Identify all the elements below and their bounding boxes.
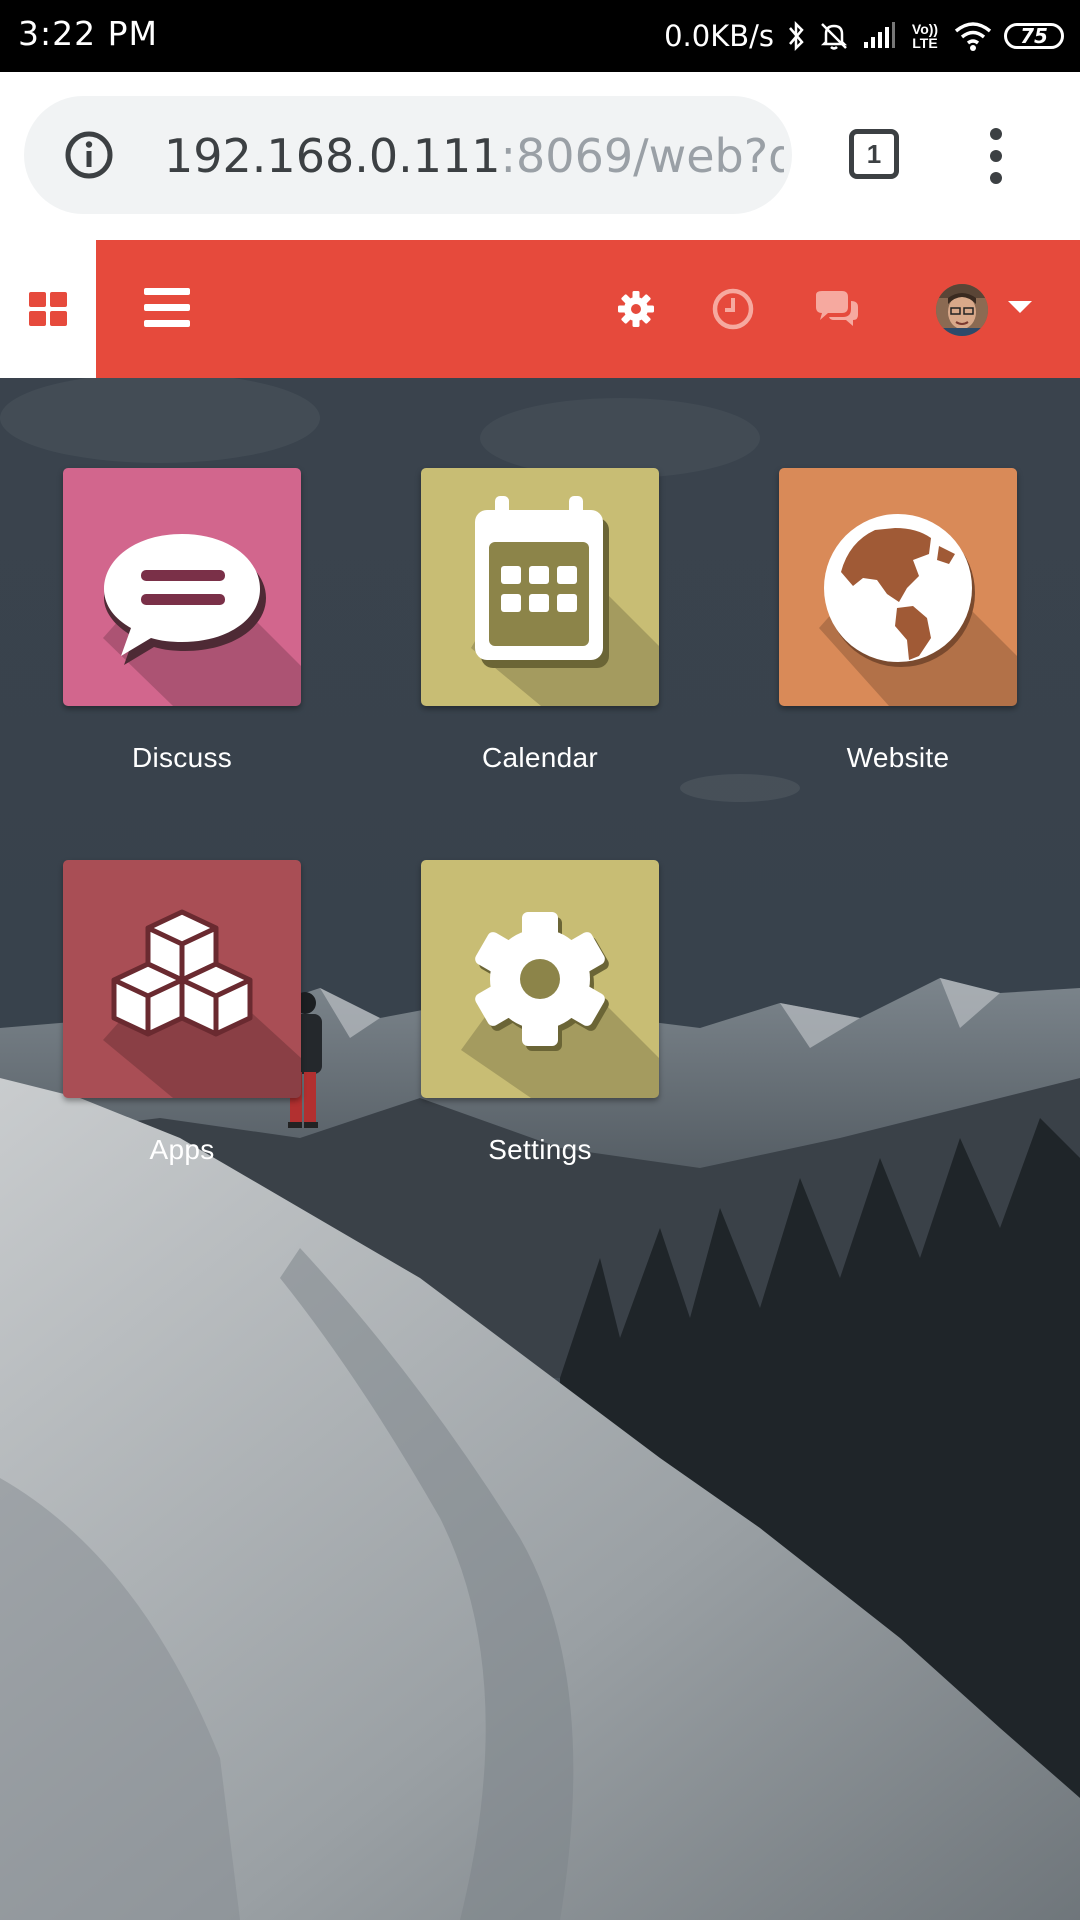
- app-calendar[interactable]: Calendar: [420, 468, 660, 774]
- app-tile[interactable]: [421, 468, 659, 706]
- browser-toolbar: 192.168.0.111:8069/web?db=th 1: [0, 72, 1080, 240]
- bluetooth-icon: [786, 20, 806, 52]
- app-label: Calendar: [481, 742, 599, 773]
- app-discuss[interactable]: Discuss: [62, 468, 302, 774]
- chat-icon[interactable]: [812, 240, 862, 378]
- app-label: Discuss: [131, 742, 233, 773]
- user-avatar[interactable]: [936, 284, 988, 336]
- url-host: 192.168.0.111: [164, 129, 501, 183]
- address-bar[interactable]: 192.168.0.111:8069/web?db=th: [24, 96, 792, 214]
- app-website[interactable]: Website: [778, 468, 1018, 774]
- cubes-icon: [111, 909, 253, 1037]
- app-tile[interactable]: [421, 860, 659, 1098]
- battery-level: 75: [1020, 24, 1048, 48]
- network-speed: 0.0KB/s: [664, 19, 774, 53]
- app-settings[interactable]: Settings: [420, 860, 660, 1166]
- app-label: Apps: [149, 1134, 215, 1165]
- tab-switcher-button[interactable]: 1: [849, 129, 899, 179]
- app-tile[interactable]: [63, 468, 301, 706]
- app-label: Settings: [488, 1134, 592, 1165]
- browser-menu-icon[interactable]: [978, 128, 1014, 184]
- status-indicators: 0.0KB/s Vo)) LTE 75: [664, 0, 1064, 72]
- caret-down-icon[interactable]: [1008, 301, 1032, 313]
- calendar-icon: [475, 496, 609, 668]
- url-path: :8069/web?db=th: [500, 129, 784, 183]
- app-apps[interactable]: Apps: [62, 860, 302, 1166]
- app-label: Website: [846, 742, 950, 773]
- battery-indicator: 75: [1004, 23, 1064, 49]
- volte-indicator: Vo)) LTE: [908, 22, 942, 50]
- app-tile[interactable]: [63, 860, 301, 1098]
- status-bar: 3:22 PM 0.0KB/s Vo)) LTE 75: [0, 0, 1080, 72]
- muted-bell-icon: [818, 20, 850, 52]
- odoo-navbar: [0, 240, 1080, 378]
- status-time: 3:22 PM: [18, 14, 158, 53]
- url-text[interactable]: 192.168.0.111:8069/web?db=th: [164, 126, 784, 186]
- wifi-icon: [954, 21, 992, 51]
- site-info-icon[interactable]: [64, 130, 114, 185]
- hamburger-menu-icon[interactable]: [144, 288, 190, 328]
- settings-gear-icon[interactable]: [617, 240, 655, 378]
- app-tile[interactable]: [779, 468, 1017, 706]
- apps-grid-icon: [29, 292, 67, 326]
- signal-icon: [862, 22, 896, 50]
- apps-menu-button[interactable]: [0, 240, 96, 378]
- volte-label: Vo)) LTE: [911, 21, 939, 51]
- activity-clock-icon[interactable]: [711, 240, 755, 378]
